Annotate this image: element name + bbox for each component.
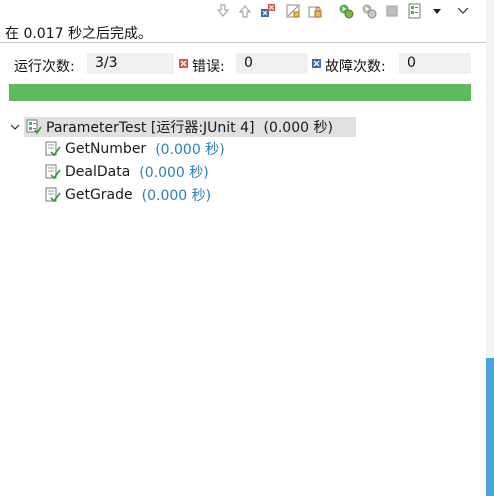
- test-passed-icon: [45, 187, 61, 203]
- tree-root-time: (0.000 秒): [263, 120, 333, 136]
- failures-value: 0: [399, 53, 471, 74]
- progress-bar: [9, 84, 471, 101]
- test-label: GetGrade: [65, 187, 133, 203]
- next-failure-icon[interactable]: [214, 2, 232, 20]
- show-failures-only-icon[interactable]: [259, 2, 277, 20]
- errors-label: 错误:: [192, 59, 225, 75]
- history-dropdown-icon[interactable]: [428, 2, 446, 20]
- chevron-down-icon[interactable]: [8, 116, 22, 138]
- view-menu-icon[interactable]: [454, 2, 472, 20]
- test-time: (0.000 秒): [141, 188, 212, 204]
- failures-label: 故障次数:: [325, 59, 386, 75]
- previous-failure-icon[interactable]: [236, 2, 254, 20]
- history-icon[interactable]: [406, 2, 424, 20]
- history-lock-icon[interactable]: [306, 2, 324, 20]
- tree-root-label: ParameterTest [运行器:JUnit 4]: [46, 120, 255, 136]
- rerun-icon[interactable]: [337, 2, 355, 20]
- scrollbar-thumb[interactable]: [486, 358, 494, 496]
- test-passed-icon: [45, 141, 61, 157]
- runs-value: 3/3: [87, 53, 174, 74]
- test-passed-icon: [45, 164, 61, 180]
- tree-item-dealdata[interactable]: DealData (0.000 秒): [45, 161, 209, 183]
- stop-icon[interactable]: [383, 2, 401, 20]
- junit-toolbar: [0, 0, 494, 22]
- status-text: 在 0.017 秒之后完成。: [5, 26, 152, 42]
- errors-value: 0: [236, 53, 308, 74]
- tree-item-getgrade[interactable]: GetGrade (0.000 秒): [45, 184, 211, 206]
- scroll-lock-icon[interactable]: [284, 2, 302, 20]
- test-time: (0.000 秒): [139, 165, 209, 181]
- separator: [0, 42, 494, 43]
- progress-fill: [9, 84, 471, 101]
- test-label: DealData: [65, 164, 131, 180]
- tree-item-getnumber[interactable]: GetNumber (0.000 秒): [45, 138, 225, 160]
- runs-label: 运行次数:: [14, 59, 75, 75]
- counters-bar: 运行次数: 3/3 错误: 0 故障次数: 0: [0, 53, 494, 75]
- tree-root-item[interactable]: ParameterTest [运行器:JUnit 4] (0.000 秒): [8, 116, 333, 138]
- failure-icon: [312, 59, 321, 68]
- test-label: GetNumber: [65, 141, 147, 157]
- test-suite-icon: [26, 119, 42, 135]
- rerun-failed-first-icon[interactable]: [360, 2, 378, 20]
- error-icon: [179, 59, 188, 68]
- test-time: (0.000 秒): [155, 142, 225, 158]
